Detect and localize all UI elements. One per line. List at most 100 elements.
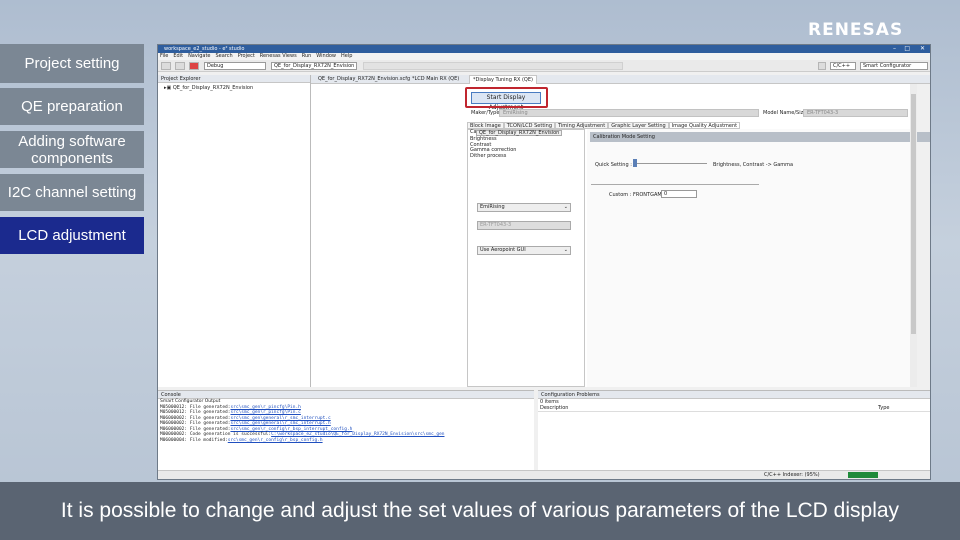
menu-item-i2c-channel-setting[interactable]: I2C channel setting (0, 174, 144, 211)
line-link[interactable]: src\smc_gen\r_pincfg\Pin.h (230, 405, 300, 410)
menu-renesas-views[interactable]: Renesas Views (260, 53, 297, 60)
editor-tab-row: QE_for_Display_RX72N_Envision.scfg *LCD … (311, 75, 930, 84)
divider (591, 184, 759, 185)
line-link[interactable]: src\smc_gen\general\r_smc_interrupt.h (230, 421, 330, 426)
model-field: ER-TFT043-3 (803, 109, 908, 117)
line-code: M06000002: (160, 415, 188, 421)
status-bar: C/C++ Indexer: (95%) (158, 470, 930, 479)
tab-lcd-main[interactable]: *LCD Main RX (QE) (409, 75, 462, 84)
menu-item-label: QE preparation (21, 98, 123, 115)
line-link[interactable]: src\smc_gen\r_config\r_bsp_config.h (228, 438, 323, 443)
quick-setting-track (635, 163, 707, 164)
line-text: File generated: (189, 426, 231, 432)
menu-bar: File Edit Navigate Search Project Renesa… (158, 53, 930, 60)
project-name: QE_for_Display_RX72N_Envision (172, 85, 254, 91)
tab-display-tuning[interactable]: *Display Tuning RX (QE) (469, 75, 537, 84)
line-link[interactable]: src\smc_gen\general\r_smc_interrupt.c (230, 416, 330, 421)
maker-combo[interactable]: EmiRising ⌄ (477, 203, 571, 212)
menu-item-qe-preparation[interactable]: QE preparation (0, 88, 144, 125)
col-description[interactable]: Description (540, 405, 568, 411)
perspective-cpp[interactable]: C/C++ (830, 62, 856, 70)
sub-tab-bar: Block Image TCON/LCD Setting Timing Adju… (467, 122, 741, 129)
line-code: M05000012: (160, 410, 188, 415)
menu-navigate[interactable]: Navigate (188, 53, 210, 60)
col-type[interactable]: Type (878, 405, 889, 411)
quick-setting-slider[interactable] (633, 159, 637, 167)
line-link[interactable]: src\smc_gen\r_config\r_bsp_interrupt_con… (230, 427, 352, 432)
launch-target-select[interactable]: QE_for_Display_RX72N_Envision H... (271, 62, 357, 70)
maker-field: EmiRising (499, 109, 759, 117)
model-label: Model Name/Size (763, 110, 807, 116)
menu-search[interactable]: Search (216, 53, 233, 60)
build-config-select[interactable]: Debug (204, 62, 266, 70)
project-tree-item[interactable]: ▸▣ QE_for_Display_RX72N_Envision (158, 83, 310, 91)
project-dropdown[interactable]: QE_for_Display_RX72N_Envision (476, 130, 563, 136)
window-titlebar: workspace_e2_studio - e² studio – □ ✕ (158, 45, 930, 53)
line-code: M00000002: (160, 432, 188, 437)
scrollbar-thumb[interactable] (911, 94, 916, 334)
menu-project[interactable]: Project (238, 53, 255, 60)
tab-block-image[interactable]: Block Image (467, 122, 504, 129)
highlight-box (465, 87, 548, 108)
display-tuning-editor: Start Display Adjustment Maker/Type EmiR… (311, 84, 930, 387)
menu-file[interactable]: File (160, 53, 168, 60)
tab-scfg[interactable]: QE_for_Display_RX72N_Envision.scfg (315, 75, 413, 84)
quick-setting-label: Quick Setting : (595, 162, 632, 168)
search-icon[interactable] (818, 62, 826, 70)
menu-item-adding-software-components[interactable]: Adding software components (0, 131, 144, 168)
stop-icon[interactable] (189, 62, 199, 70)
param-item-dither[interactable]: Dither process (468, 153, 584, 160)
main-toolbar: Debug QE_for_Display_RX72N_Envision H...… (158, 60, 930, 72)
menu-item-label: Project setting (24, 55, 120, 72)
line-code: M06000002: (160, 421, 188, 426)
explorer-header: Project Explorer (158, 75, 310, 83)
tab-timing-adjustment[interactable]: Timing Adjustment (555, 122, 609, 129)
menu-run[interactable]: Run (302, 53, 312, 60)
line-link[interactable]: src\smc_gen\r_pincfg\Pin.c (230, 410, 300, 415)
model-combo: ER-TFT043-3 (477, 221, 571, 230)
menu-item-label: LCD adjustment (18, 227, 126, 244)
progress-bar (848, 472, 878, 478)
build-icon[interactable] (161, 62, 171, 70)
combo-text: EmiRising (480, 204, 505, 210)
custom-value-spinner[interactable]: 0 (661, 190, 697, 198)
menu-help[interactable]: Help (341, 53, 352, 60)
chevron-down-icon: ⌄ (563, 204, 568, 210)
maximize-icon[interactable]: □ (904, 45, 910, 53)
editor-scrollbar[interactable] (910, 84, 917, 387)
line-text: File generated: (189, 421, 231, 426)
custom-name: FRONTGAM (633, 192, 662, 198)
folder-icon: ▸▣ (164, 85, 173, 91)
combo-text: Use Aeropoint GUI (480, 247, 526, 253)
close-icon[interactable]: ✕ (920, 45, 925, 53)
gui-combo[interactable]: Use Aeropoint GUI ⌄ (477, 246, 571, 255)
menu-item-label: Adding software components (18, 132, 126, 167)
menu-window[interactable]: Window (316, 53, 336, 60)
problems-table-header: Description Type (538, 405, 930, 412)
indexer-status: C/C++ Indexer: (95%) (764, 472, 820, 478)
console-line: M06000004: File modified:src\smc_gen\r_c… (158, 438, 534, 444)
menu-item-project-setting[interactable]: Project setting (0, 44, 144, 83)
console-view: Console Smart Configurator Output M05000… (158, 390, 534, 470)
renesas-logo: RENESAS (808, 20, 904, 40)
menu-item-lcd-adjustment[interactable]: LCD adjustment (0, 217, 144, 254)
perspective-smart-configurator[interactable]: Smart Configurator (860, 62, 928, 70)
line-code: M05000012: (160, 404, 188, 410)
tab-image-quality-adjustment[interactable]: Image Quality Adjustment (668, 122, 741, 129)
project-explorer: Project Explorer ▸▣ QE_for_Display_RX72N… (158, 75, 311, 387)
menu-edit[interactable]: Edit (173, 53, 183, 60)
toolbar-icon-strip[interactable] (363, 62, 623, 70)
custom-label: Custom : (609, 192, 632, 198)
line-text: File modified: (189, 437, 228, 443)
parameter-panel: Ca QE_for_Display_RX72N_Envision Brightn… (467, 129, 585, 387)
menu-item-label: I2C channel setting (7, 184, 137, 201)
console-header: Console (158, 391, 534, 399)
maker-label: Maker/Type (471, 110, 500, 116)
tab-graphic-layer-setting[interactable]: Graphic Layer Setting (608, 122, 669, 129)
tab-tcon-lcd-setting[interactable]: TCON/LCD Setting (503, 122, 556, 129)
line-text: File generated: (189, 404, 231, 410)
line-link[interactable]: C:\workspace_e2_studio\QE_for_Display_RX… (271, 432, 444, 437)
debug-icon[interactable] (175, 62, 185, 70)
minimize-icon[interactable]: – (893, 45, 896, 53)
window-title: workspace_e2_studio - e² studio (164, 46, 245, 52)
